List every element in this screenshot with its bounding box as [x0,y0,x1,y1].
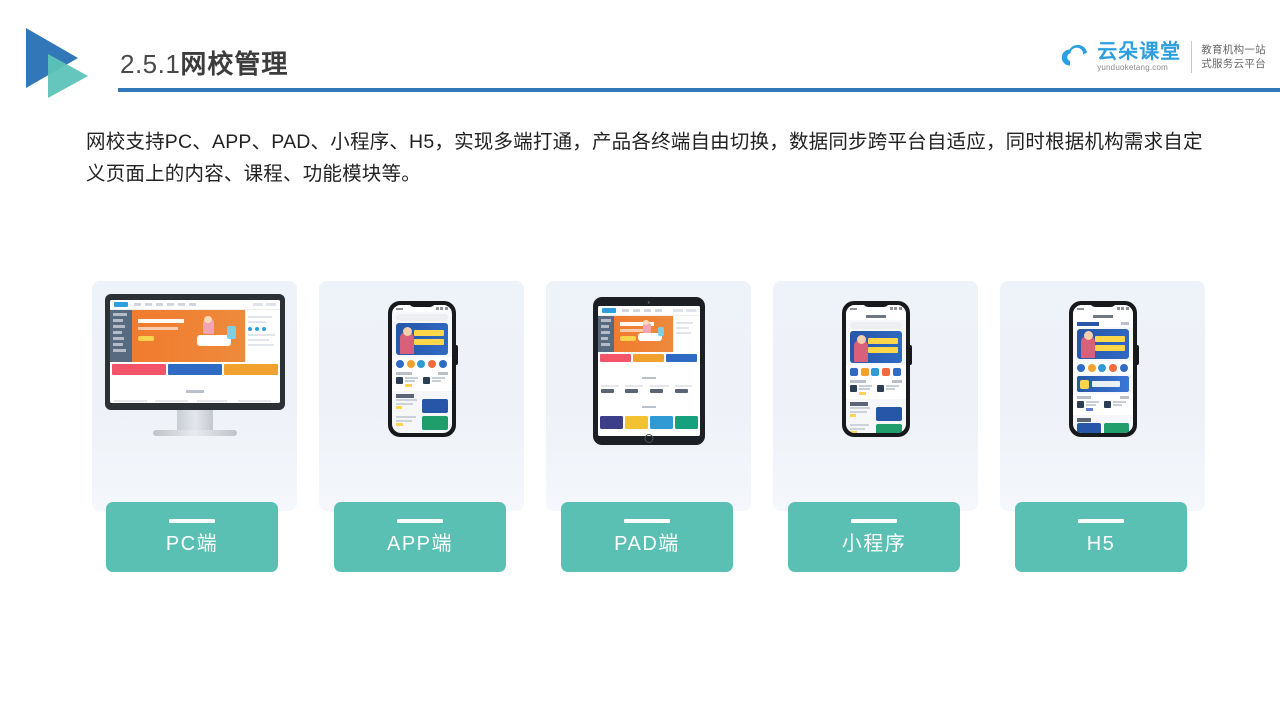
cloud-icon [1061,43,1095,73]
brand-tagline-line2: 式服务云平台 [1201,58,1266,70]
label-pad-text: PAD端 [614,533,680,555]
smartphone-icon [1000,281,1205,511]
smartphone-icon [319,281,524,511]
card-h5 [1000,281,1205,511]
label-pc[interactable]: PC端 [106,502,278,572]
slide-header: 2.5.1网校管理 云朵课堂 yunduoketang.com 教育机构一站 式… [0,0,1280,110]
brand-lockup: 云朵课堂 yunduoketang.com 教育机构一站 式服务云平台 [1061,34,1266,80]
smartphone-icon [773,281,978,511]
tablet-icon [546,281,751,511]
label-accent-bar [851,519,897,523]
card-pad [546,281,751,511]
label-pad[interactable]: PAD端 [561,502,733,572]
brand-tagline: 教育机构一站 式服务云平台 [1201,43,1266,71]
card-pc [92,281,297,511]
device-cards-row [92,281,1205,511]
slide-root: 2.5.1网校管理 云朵课堂 yunduoketang.com 教育机构一站 式… [0,0,1280,720]
title-underline-rule [118,88,1280,92]
label-h5-text: H5 [1086,533,1116,555]
brand-logo: 云朵课堂 yunduoketang.com [1061,40,1182,73]
page-title: 2.5.1网校管理 [120,44,288,81]
label-miniprogram[interactable]: 小程序 [788,502,960,572]
label-app[interactable]: APP端 [334,502,506,572]
device-labels-row: PC端 APP端 PAD端 小程序 H5 [106,502,1196,574]
label-accent-bar [397,519,443,523]
label-accent-bar [169,519,215,523]
label-accent-bar [624,519,670,523]
brand-url: yunduoketang.com [1097,62,1168,72]
label-miniprogram-text: 小程序 [841,533,907,555]
label-h5[interactable]: H5 [1015,502,1187,572]
desktop-monitor-icon [92,281,297,511]
body-paragraph: 网校支持PC、APP、PAD、小程序、H5，实现多端打通，产品各终端自由切换，数… [86,131,1203,185]
label-accent-bar [1078,519,1124,523]
label-pc-text: PC端 [165,533,219,555]
brand-divider [1191,41,1193,73]
brand-tagline-line1: 教育机构一站 [1201,44,1266,56]
page-title-text: 网校管理 [180,49,289,79]
label-app-text: APP端 [386,533,454,555]
triangle-teal-shape [48,54,88,98]
double-triangle-play-icon [26,28,130,100]
page-title-number: 2.5.1 [120,49,181,79]
brand-name: 云朵课堂 [1097,40,1182,63]
card-app [319,281,524,511]
card-miniprogram [773,281,978,511]
